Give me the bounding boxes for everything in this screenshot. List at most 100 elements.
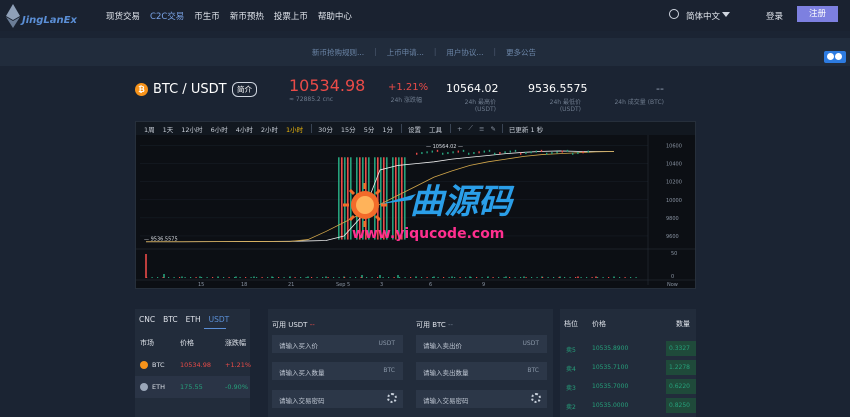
volume-tick-mark: [272, 277, 274, 278]
nav-item-coin[interactable]: 币生币: [194, 10, 220, 22]
period-1h[interactable]: 1小时: [286, 124, 303, 134]
low-value: 9536.5575: [528, 82, 588, 95]
volume-tick-mark: [184, 277, 186, 278]
period-6h[interactable]: 6小时: [211, 124, 228, 134]
header-qty: 数量: [676, 320, 690, 328]
period-4h[interactable]: 4小时: [236, 124, 253, 134]
y-tick-label: 10000: [666, 198, 682, 204]
globe-icon[interactable]: [669, 9, 679, 19]
buy-password-input[interactable]: 请输入交易密码: [272, 390, 403, 408]
orderbook-row[interactable]: 卖4 10535.7100 1.2278: [560, 360, 696, 375]
volume-tick-mark: [168, 277, 170, 278]
settings-button[interactable]: 设置: [408, 124, 421, 134]
nav-item-spot[interactable]: 现货交易: [106, 10, 140, 22]
notice-bar: 新币抢购规则... | 上币申请... | 用户协议... | 更多公告: [0, 38, 850, 66]
period-2h[interactable]: 2小时: [261, 124, 278, 134]
nav-item-help[interactable]: 帮助中心: [318, 10, 352, 22]
orderbook-row[interactable]: 卖5 10535.8900 0.3327: [560, 341, 696, 356]
orderbook-row[interactable]: 卖3 10535.7000 0.6220: [560, 379, 696, 394]
period-15m[interactable]: 15分: [341, 124, 356, 134]
register-button[interactable]: 注册: [797, 6, 838, 22]
watermark-title: 曲源码: [410, 182, 512, 222]
period-1w[interactable]: 1周: [144, 124, 155, 134]
volume-tick-mark: [195, 277, 197, 278]
more-notices-link[interactable]: 更多公告: [506, 47, 536, 58]
notice-link[interactable]: 上币申请...: [387, 47, 424, 58]
volume-tick-mark: [399, 277, 401, 278]
nav-item-vote[interactable]: 投票上币: [274, 10, 308, 22]
volume-tick-mark: [212, 277, 214, 278]
period-1m[interactable]: 1分: [382, 124, 393, 134]
chevron-down-icon[interactable]: [722, 12, 730, 17]
volume-tick-mark: [454, 277, 456, 278]
volume-tick-mark: [525, 277, 527, 278]
buy-amount-input[interactable]: 请输入买入数量 BTC: [272, 362, 403, 380]
chat-float-icon[interactable]: [824, 51, 846, 63]
volume-bar: [397, 275, 399, 278]
market-row-eth[interactable]: ETH 175.55 -0.90%: [135, 376, 250, 398]
volume-value: --: [656, 82, 664, 95]
gear-icon[interactable]: [387, 393, 397, 403]
period-12h[interactable]: 12小时: [181, 124, 202, 134]
language-selector[interactable]: 简体中文: [686, 10, 720, 22]
candle-bar: [520, 152, 522, 155]
volume-tick-mark: [146, 277, 148, 278]
volume-tick-mark: [234, 277, 236, 278]
volume-tick-mark: [470, 277, 472, 278]
notice-link[interactable]: 新币抢购规则...: [312, 47, 364, 58]
buy-price-input[interactable]: 请输入买入价 USDT: [272, 335, 403, 353]
volume-tick-mark: [443, 277, 445, 278]
period-30m[interactable]: 30分: [318, 124, 333, 134]
tools-button[interactable]: 工具: [429, 124, 442, 134]
gear-icon[interactable]: [531, 393, 541, 403]
volume-tick-mark: [404, 277, 406, 278]
nav-item-c2c[interactable]: C2C交易: [150, 10, 184, 22]
buy-available-label: 可用 USDT: [272, 321, 308, 329]
login-link[interactable]: 登录: [766, 10, 783, 22]
period-5m[interactable]: 5分: [364, 124, 375, 134]
volume-tick-mark: [437, 277, 439, 278]
tab-cnc[interactable]: CNC: [139, 315, 155, 324]
header-price: 价格: [592, 320, 606, 328]
tab-usdt[interactable]: USDT: [209, 315, 230, 324]
candle-bar: [525, 152, 527, 155]
notice-link[interactable]: 用户协议...: [446, 47, 483, 58]
intro-button[interactable]: 简介: [232, 82, 257, 97]
orderbook-row[interactable]: 卖2 10535.0000 0.8250: [560, 398, 696, 413]
sell-amount-input[interactable]: 请输入卖出数量 BTC: [416, 362, 547, 380]
sell-price-input[interactable]: 请输入卖出价 USDT: [416, 335, 547, 353]
hlines-icon[interactable]: ≡: [479, 125, 484, 133]
volume-tick-mark: [360, 277, 362, 278]
candle-bar: [561, 150, 563, 153]
y-tick-label: 10200: [666, 180, 682, 186]
brand-logo[interactable]: JingLanEx: [6, 3, 77, 29]
volume-bar: [181, 276, 183, 278]
crosshair-icon[interactable]: +: [457, 125, 462, 133]
volume-tick-mark: [382, 277, 384, 278]
sell-password-input[interactable]: 请输入交易密码: [416, 390, 547, 408]
trendline-icon[interactable]: ⟋: [468, 124, 473, 133]
volume-bar: [595, 276, 597, 278]
tab-eth[interactable]: ETH: [186, 315, 201, 324]
volume-tick-mark: [558, 277, 560, 278]
candle-bar: [447, 152, 449, 155]
volume-tick-mark: [388, 277, 390, 278]
volume-tick-mark: [289, 277, 291, 278]
volume-tick-mark: [344, 277, 346, 278]
brush-icon[interactable]: ✎: [490, 125, 495, 133]
sell-available-value: --: [448, 321, 454, 329]
tab-btc[interactable]: BTC: [163, 315, 178, 324]
volume-tick-mark: [547, 277, 549, 278]
volume-tick-mark: [267, 277, 269, 278]
nav-item-preheat[interactable]: 新币预热: [230, 10, 264, 22]
header-change: 涨跌幅: [225, 339, 246, 347]
divider: [311, 124, 313, 133]
orderbook-price: 10535.0000: [592, 402, 629, 409]
period-1d[interactable]: 1天: [163, 124, 174, 134]
placeholder: 请输入买入价: [279, 342, 318, 350]
volume-tick-mark: [476, 277, 478, 278]
ethereum-icon: [140, 383, 148, 391]
market-row-btc[interactable]: BTC 10534.98 +1.21%: [135, 354, 251, 376]
volume-tick-mark: [602, 277, 604, 278]
watermark-url: www.yiqucode.com: [352, 226, 505, 242]
